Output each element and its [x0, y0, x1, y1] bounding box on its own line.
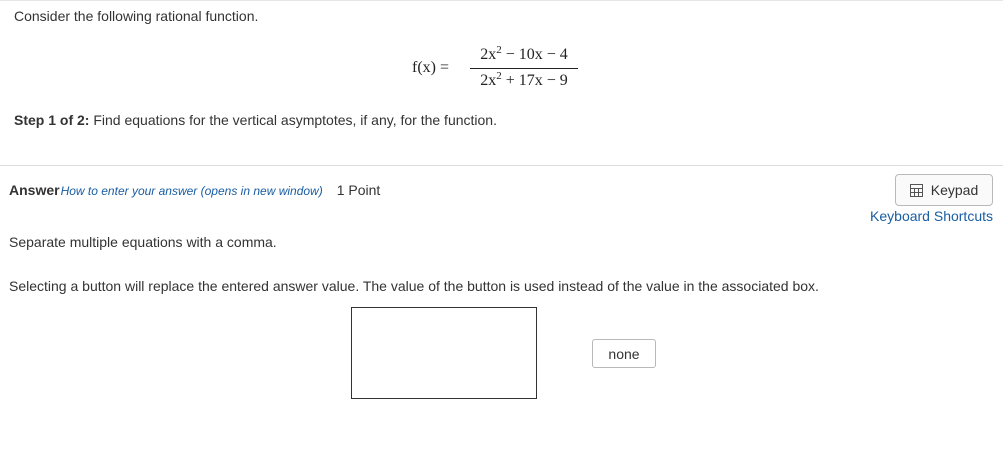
none-button-label: none [608, 345, 640, 362]
rational-function-formula: f(x) = 2x2 − 10x − 4 2x2 + 17x − 9 [412, 44, 592, 94]
answer-header: AnswerHow to enter your answer (opens in… [9, 182, 380, 198]
numerator-rest: − 10x − 4 [501, 46, 568, 63]
numerator: 2x2 − 10x − 4 [468, 45, 580, 64]
keypad-button[interactable]: Keypad [895, 174, 993, 206]
formula-lhs: f(x) = [412, 59, 450, 76]
separate-instruction: Separate multiple equations with a comma… [9, 234, 277, 250]
step-label: Step 1 of 2: [14, 112, 90, 128]
numerator-lead: 2x [480, 46, 497, 63]
section-divider [0, 165, 1003, 166]
question-intro: Consider the following rational function… [14, 8, 259, 24]
points-label: 1 Point [336, 182, 381, 198]
none-button[interactable]: none [592, 339, 656, 368]
answer-input-box[interactable] [351, 307, 537, 399]
button-instruction: Selecting a button will replace the ente… [9, 278, 819, 294]
top-border [0, 0, 1003, 1]
keypad-label: Keypad [930, 182, 979, 198]
answer-label: Answer [9, 182, 60, 198]
step-text: Find equations for the vertical asymptot… [89, 112, 497, 128]
denominator-lead: 2x [480, 72, 497, 89]
keyboard-shortcuts-link[interactable]: Keyboard Shortcuts [870, 208, 993, 224]
fraction-bar [470, 68, 578, 69]
denominator-rest: + 17x − 9 [501, 72, 568, 89]
help-link[interactable]: How to enter your answer (opens in new w… [61, 184, 323, 198]
step-instruction: Step 1 of 2: Find equations for the vert… [14, 112, 497, 128]
keypad-icon [909, 183, 923, 197]
denominator: 2x2 + 17x − 9 [468, 71, 580, 90]
